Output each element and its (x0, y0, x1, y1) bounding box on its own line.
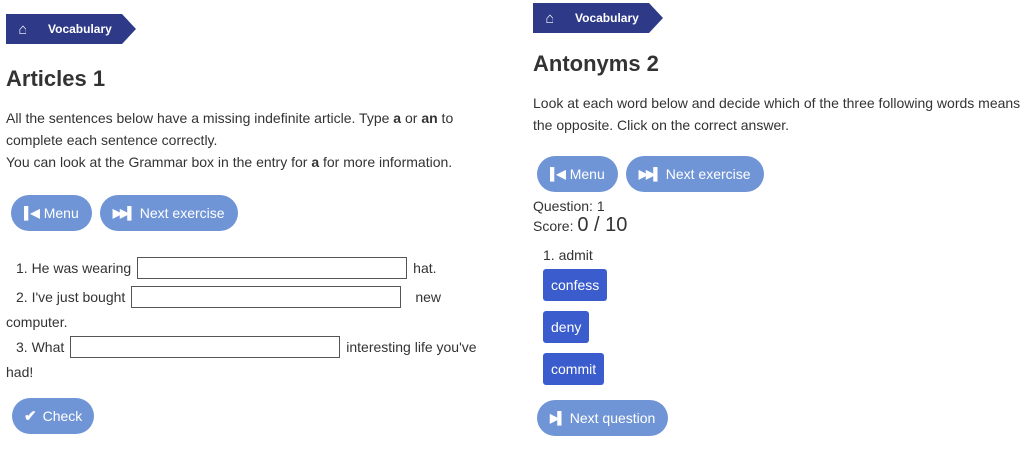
score-status: Score: 0 / 10 (533, 214, 1024, 237)
instructions-bold-an: an (421, 110, 438, 126)
score-value: 0 / 10 (577, 214, 628, 236)
instructions-text: All the sentences below have a missing i… (6, 110, 394, 126)
question-list: 1. He was wearing hat. 2. I've just boug… (6, 255, 506, 384)
question-text: 3. What (16, 339, 65, 355)
check-icon: ✔ (24, 408, 37, 425)
skip-back-icon: ▌◀ (24, 206, 40, 220)
instructions-text: for more information. (319, 154, 453, 170)
next-exercise-button[interactable]: ▶▶▌ Next exercise (99, 195, 238, 231)
question-text: 2. I've just bought (16, 289, 126, 305)
antonyms-panel: ⌂ Vocabulary Antonyms 2 Look at each wor… (533, 0, 1024, 436)
question-2: 2. I've just bought new (16, 284, 506, 310)
score-label: Score: (533, 218, 578, 234)
instructions: All the sentences below have a missing i… (6, 107, 506, 173)
question-2-wrap: computer. (6, 314, 68, 330)
option-commit-button[interactable]: commit (543, 353, 605, 385)
breadcrumb-vocabulary[interactable]: Vocabulary (553, 3, 649, 33)
answer-input-1[interactable] (137, 257, 408, 279)
nav-buttons: ▌◀ Menu ▶▶▌ Next exercise (6, 195, 506, 231)
page-title: Articles 1 (6, 66, 106, 91)
breadcrumb-label: Vocabulary (575, 11, 639, 25)
articles-panel: ⌂ Vocabulary Articles 1 All the sentence… (6, 0, 506, 434)
instructions: Look at each word below and decide which… (533, 95, 1021, 133)
breadcrumb: ⌂ Vocabulary (6, 14, 506, 44)
breadcrumb-vocabulary[interactable]: Vocabulary (26, 14, 122, 44)
instructions-bold-a: a (311, 154, 320, 170)
instructions-text: or (401, 110, 422, 126)
prompt-word: 1. admit (543, 247, 593, 263)
page-title: Antonyms 2 (533, 51, 659, 76)
check-row: ✔ Check (6, 398, 506, 434)
question-text: 1. He was wearing (16, 260, 132, 276)
breadcrumb-arrow (648, 3, 663, 33)
skip-back-icon: ▌◀ (550, 167, 566, 181)
question-status: Question: 1 (533, 198, 605, 214)
breadcrumb: ⌂ Vocabulary (533, 3, 1024, 33)
check-button[interactable]: ✔ Check (12, 398, 95, 434)
menu-button[interactable]: ▌◀ Menu (11, 195, 92, 231)
question-text: hat. (413, 260, 437, 276)
menu-button[interactable]: ▌◀ Menu (537, 156, 618, 192)
instructions-bold-a: a (393, 110, 402, 126)
next-exercise-label: Next exercise (665, 166, 751, 182)
next-question-row: ▶▌ Next question (533, 400, 1024, 436)
fast-forward-icon: ▶▶▌ (112, 206, 136, 220)
breadcrumb-label: Vocabulary (48, 22, 112, 36)
question-text: interesting life you've (346, 339, 477, 355)
answer-input-2[interactable] (131, 286, 402, 308)
skip-forward-icon: ▶▌ (550, 411, 566, 425)
option-deny-button[interactable]: deny (543, 311, 590, 343)
breadcrumb-arrow (121, 14, 136, 44)
next-exercise-button[interactable]: ▶▶▌ Next exercise (625, 156, 764, 192)
menu-button-label: Menu (43, 205, 79, 221)
check-button-label: Check (42, 408, 83, 424)
question-1: 1. He was wearing hat. (16, 255, 506, 281)
answer-input-3[interactable] (70, 336, 341, 358)
menu-button-label: Menu (569, 166, 605, 182)
next-exercise-label: Next exercise (139, 205, 225, 221)
option-confess-button[interactable]: confess (543, 269, 608, 301)
question-3-wrap: had! (6, 364, 34, 380)
nav-buttons: ▌◀ Menu ▶▶▌ Next exercise (533, 156, 1024, 192)
next-question-button[interactable]: ▶▌ Next question (537, 400, 669, 436)
question-text: new (415, 289, 441, 305)
fast-forward-icon: ▶▶▌ (638, 167, 662, 181)
next-question-label: Next question (569, 410, 656, 426)
instructions-text: You can look at the Grammar box in the e… (6, 154, 312, 170)
question-3: 3. What interesting life you've (16, 334, 506, 360)
